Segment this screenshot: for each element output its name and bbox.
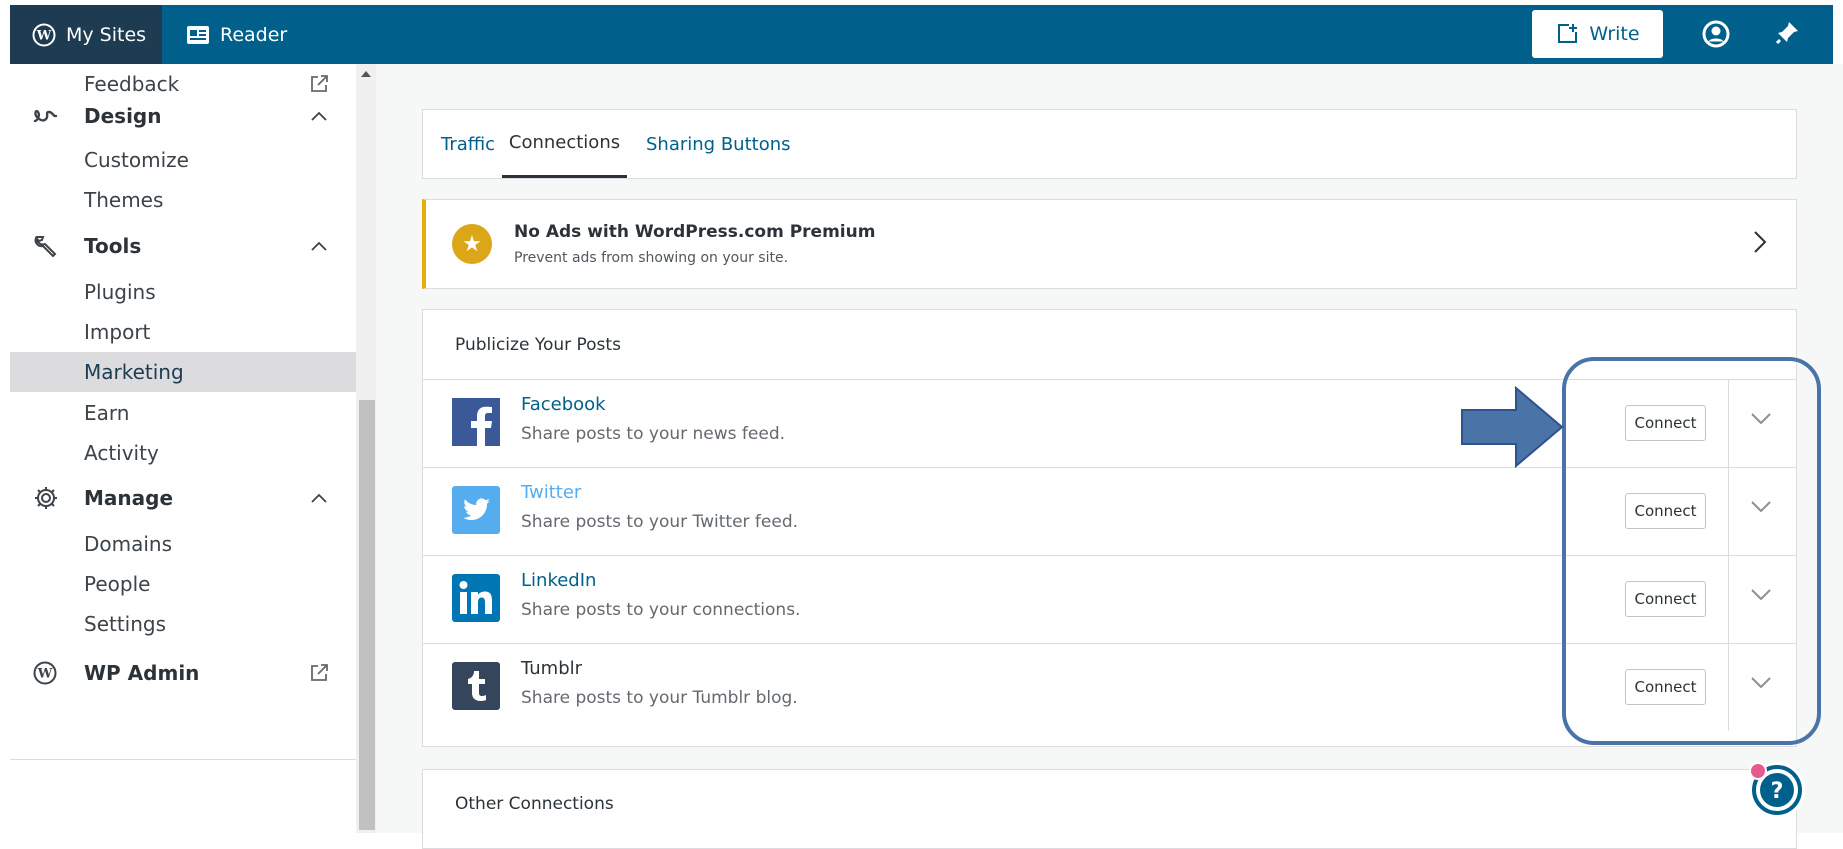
- service-name[interactable]: Tumblr: [521, 658, 582, 679]
- write-button[interactable]: Write: [1532, 10, 1663, 58]
- banner-description: Prevent ads from showing on your site.: [514, 250, 789, 266]
- twitter-icon: [452, 486, 500, 534]
- tumblr-icon: [452, 662, 500, 710]
- notifications-bell-icon[interactable]: [1773, 19, 1801, 51]
- sidebar-divider: [10, 759, 356, 760]
- my-sites-label: My Sites: [66, 23, 147, 46]
- sidebar-item-label: Activity: [84, 441, 159, 465]
- premium-upsell-banner[interactable]: ★ No Ads with WordPress.com Premium Prev…: [422, 199, 1797, 289]
- service-name[interactable]: Facebook: [521, 394, 606, 415]
- svg-text:W: W: [36, 28, 52, 43]
- wordpress-logo-icon: W: [32, 23, 56, 47]
- svg-text:W: W: [37, 667, 53, 682]
- notification-dot: [1749, 762, 1767, 780]
- tab-sharing-buttons[interactable]: Sharing Buttons: [646, 110, 791, 178]
- sidebar-section-design[interactable]: Design: [10, 94, 356, 138]
- reader-label: Reader: [220, 23, 288, 46]
- sidebar-item-wp-admin[interactable]: W WP Admin: [10, 651, 356, 695]
- tab-label: Traffic: [441, 133, 496, 155]
- sidebar-section-tools[interactable]: Tools: [10, 224, 356, 268]
- write-label: Write: [1589, 23, 1640, 45]
- sidebar-item-marketing[interactable]: Marketing: [10, 352, 356, 392]
- sidebar-item-people[interactable]: People: [10, 564, 356, 604]
- sidebar-section-label: Design: [84, 104, 162, 128]
- my-sites-button[interactable]: W My Sites: [10, 5, 162, 64]
- service-description: Share posts to your connections.: [521, 600, 801, 620]
- service-name[interactable]: Twitter: [521, 482, 581, 503]
- scroll-up-arrow-icon[interactable]: [361, 71, 371, 77]
- sidebar-item-label: People: [84, 572, 151, 596]
- sidebar-section-manage[interactable]: Manage: [10, 476, 356, 520]
- tab-connections[interactable]: Connections: [502, 110, 627, 178]
- sidebar-section-label: Manage: [84, 486, 174, 510]
- sidebar-item-label: Settings: [84, 612, 167, 636]
- sidebar-item-label: Marketing: [84, 360, 184, 384]
- banner-title: No Ads with WordPress.com Premium: [514, 222, 876, 242]
- external-link-icon: [310, 75, 328, 93]
- sidebar-item-activity[interactable]: Activity: [10, 433, 356, 473]
- tab-traffic[interactable]: Traffic: [441, 110, 495, 178]
- external-link-icon: [310, 664, 328, 682]
- sidebar-section-label: Tools: [84, 234, 142, 258]
- write-icon: [1555, 22, 1579, 46]
- gear-icon: [33, 485, 59, 511]
- service-description: Share posts to your news feed.: [521, 424, 786, 444]
- sidebar-item-label: Customize: [84, 148, 189, 172]
- sidebar-item-label: Themes: [84, 188, 164, 212]
- svg-text:?: ?: [1771, 779, 1784, 804]
- sidebar-item-label: WP Admin: [84, 661, 200, 685]
- sidebar-item-domains[interactable]: Domains: [10, 524, 356, 564]
- reader-icon: [186, 25, 210, 45]
- sidebar-item-settings[interactable]: Settings: [10, 604, 356, 644]
- profile-avatar-icon[interactable]: [1702, 20, 1730, 52]
- star-icon: ★: [452, 224, 492, 264]
- section-nav-tabs: Traffic Connections Sharing Buttons: [422, 109, 1797, 179]
- scrollbar-thumb[interactable]: [359, 400, 375, 830]
- other-connections-card: Other Connections: [422, 769, 1797, 849]
- other-connections-title: Other Connections: [455, 794, 614, 814]
- sidebar: Feedback Design Customize Themes Tools P…: [10, 64, 356, 833]
- sidebar-item-themes[interactable]: Themes: [10, 180, 356, 220]
- service-description: Share posts to your Twitter feed.: [521, 512, 799, 532]
- tab-label: Connections: [508, 132, 621, 153]
- design-icon: [33, 105, 59, 127]
- annotation-arrow-icon: [1460, 385, 1564, 472]
- sidebar-item-label: Feedback: [84, 72, 180, 96]
- sidebar-item-label: Plugins: [84, 280, 156, 304]
- annotation-highlight-box: [1562, 357, 1821, 745]
- linkedin-icon: [452, 574, 500, 622]
- sidebar-item-import[interactable]: Import: [10, 312, 356, 352]
- tab-label: Sharing Buttons: [646, 133, 791, 155]
- wordpress-logo-icon: W: [33, 661, 57, 685]
- service-description: Share posts to your Tumblr blog.: [521, 688, 798, 708]
- chevron-right-icon: [1753, 230, 1767, 254]
- sidebar-item-label: Earn: [84, 401, 130, 425]
- sidebar-item-customize[interactable]: Customize: [10, 140, 356, 180]
- wrench-icon: [33, 233, 59, 259]
- sidebar-item-plugins[interactable]: Plugins: [10, 272, 356, 312]
- service-name[interactable]: LinkedIn: [521, 570, 596, 591]
- sidebar-item-label: Domains: [84, 532, 173, 556]
- chevron-up-icon: [310, 492, 328, 504]
- chevron-up-icon: [310, 110, 328, 122]
- masterbar: W My Sites Reader Write: [10, 5, 1833, 64]
- chevron-up-icon: [310, 240, 328, 252]
- facebook-icon: [452, 398, 500, 446]
- sidebar-item-label: Import: [84, 320, 151, 344]
- reader-button[interactable]: Reader: [186, 5, 287, 64]
- sidebar-item-earn[interactable]: Earn: [10, 393, 356, 433]
